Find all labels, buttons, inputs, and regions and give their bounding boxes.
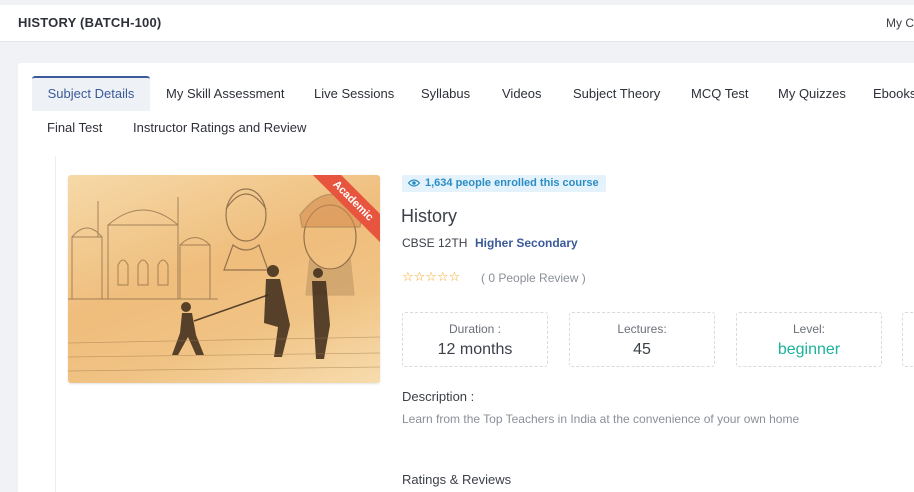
duration-stat: Duration : 12 months [402, 312, 548, 367]
tab-my-skill-assessment[interactable]: My Skill Assessment [166, 86, 284, 101]
history-illustration-icon [68, 188, 380, 372]
lectures-value: 45 [633, 341, 651, 358]
tab-subject-theory[interactable]: Subject Theory [573, 86, 660, 101]
level-label: Level: [792, 322, 826, 336]
level-value: beginner [777, 341, 841, 358]
level-stat: Level: beginner [736, 312, 882, 367]
lectures-label: Lectures: [617, 322, 667, 336]
enrolled-count: 1,634 people enrolled this course [425, 177, 599, 189]
tab-videos[interactable]: Videos [502, 86, 542, 101]
enrolled-badge: 1,634 people enrolled this course [402, 175, 606, 192]
duration-label: Duration : [448, 322, 502, 336]
tab-syllabus[interactable]: Syllabus [421, 86, 470, 101]
course-level-group: Higher Secondary [475, 236, 578, 250]
duration-value: 12 months [437, 341, 513, 358]
course-board: CBSE 12TH [402, 236, 468, 250]
description-text: Learn from the Top Teachers in India at … [402, 412, 800, 426]
tab-mcq-test[interactable]: MCQ Test [691, 86, 749, 101]
content-divider [55, 156, 56, 492]
rating-stars-icon: ☆☆☆☆☆ [402, 269, 461, 284]
tab-my-quizzes[interactable]: My Quizzes [778, 86, 846, 101]
tab-ebooks[interactable]: Ebooks [873, 86, 914, 101]
tab-live-sessions[interactable]: Live Sessions [314, 86, 394, 101]
my-courses-link[interactable]: My C [886, 16, 914, 30]
course-name: History [401, 206, 458, 226]
top-bar: HISTORY (BATCH-100) My C [0, 5, 914, 42]
review-count: ( 0 People Review ) [481, 271, 586, 285]
page-title: HISTORY (BATCH-100) [18, 15, 162, 30]
course-image: Academic [68, 175, 380, 383]
ratings-reviews-title: Ratings & Reviews [402, 472, 512, 487]
tab-subject-details[interactable]: Subject Details [32, 76, 150, 111]
description-title: Description : [402, 389, 475, 404]
tab-instructor-ratings[interactable]: Instructor Ratings and Review [133, 120, 306, 135]
subject-card: Subject Details My Skill Assessment Live… [18, 63, 914, 492]
tab-final-test[interactable]: Final Test [47, 120, 102, 135]
lectures-stat: Lectures: 45 [569, 312, 715, 367]
stat-box-partial [902, 312, 914, 367]
eye-icon [407, 177, 421, 194]
